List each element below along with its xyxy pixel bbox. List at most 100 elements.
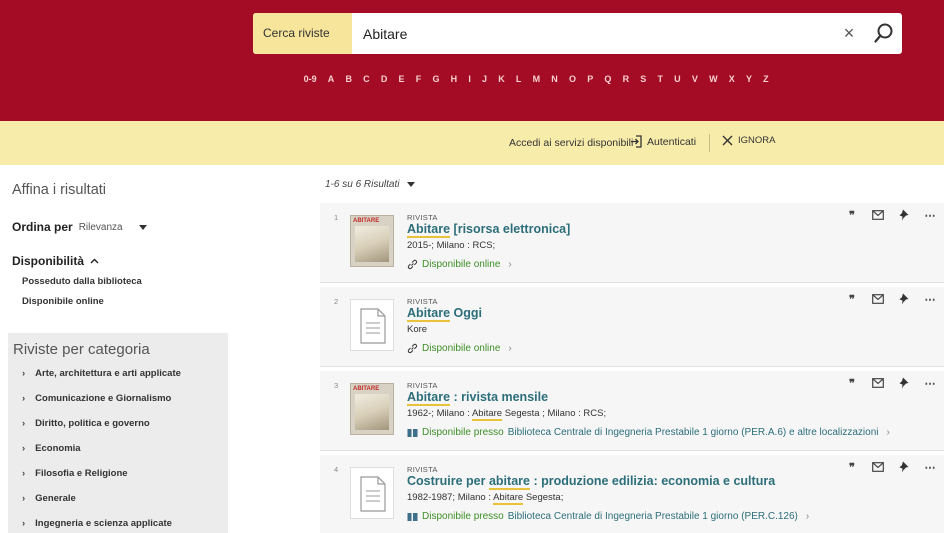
citation-icon[interactable]: ❞ [846,209,858,222]
alpha-nav-letter[interactable]: F [410,71,427,87]
availability-link[interactable]: Disponibile online › [407,343,512,354]
category-item[interactable]: › Filosofia e Religione [22,468,128,479]
category-item[interactable]: › Arte, architettura e arti applicate [22,368,181,379]
more-icon[interactable]: ⋯ [924,209,936,222]
result-metadata: 2015-; Milano : RCS; [407,240,495,251]
title-highlight: Abitare [407,306,451,322]
alpha-nav-letter[interactable]: W [703,71,723,87]
availability-link[interactable]: Disponibile presso Biblioteca Centrale di… [407,427,890,438]
email-icon[interactable] [872,461,884,473]
category-item[interactable]: › Generale [22,493,76,504]
title-highlight: Abitare [407,390,451,406]
availability-item[interactable]: Disponibile online [22,296,104,307]
alpha-nav-letter[interactable]: V [686,71,703,87]
pin-icon[interactable] [898,293,910,305]
alpha-nav-letter[interactable]: A [322,71,340,87]
availability-status: Disponibile presso [422,427,504,438]
email-icon[interactable] [872,209,884,221]
search-input[interactable] [363,13,813,54]
availability-status: Disponibile online [422,343,501,354]
clear-icon[interactable]: × [840,23,858,43]
pin-icon[interactable] [898,377,910,389]
alpha-nav-letter[interactable]: X [723,71,740,87]
citation-icon[interactable]: ❞ [846,293,858,306]
login-label: Autenticati [647,135,697,148]
availability-item[interactable]: Posseduto dalla biblioteca [22,276,142,287]
alpha-nav-letter[interactable]: D [375,71,393,87]
alpha-nav-letter[interactable]: G [427,71,445,87]
alpha-nav-letter[interactable]: R [617,71,635,87]
alpha-nav-letter[interactable]: Q [599,71,617,87]
chevron-right-icon: › [805,511,810,522]
category-item[interactable]: › Economia [22,443,81,454]
search-scope-selector[interactable]: Cerca riviste [253,13,352,54]
availability-location: Biblioteca Centrale di Ingegneria Presta… [507,511,798,522]
citation-icon[interactable]: ❞ [846,377,858,390]
alpha-nav-letter[interactable]: S [635,71,652,87]
category-label: Comunicazione e Giornalismo [35,393,172,404]
more-icon[interactable]: ⋯ [924,293,936,306]
chevron-right-icon: › [22,418,26,429]
alpha-nav-letter[interactable]: P [582,71,599,87]
alpha-nav-letter[interactable]: T [652,71,669,87]
alpha-nav-letter[interactable]: J [476,71,492,87]
result-card: 4 RIVISTA Costruire per abitare : produzio… [320,455,944,533]
result-metadata: 1962-; Milano : Abitare Segesta ; Milano… [407,408,607,421]
result-title-link[interactable]: Abitare [risorsa elettronica] [407,222,570,238]
alpha-nav-letter[interactable]: Z [758,71,775,87]
email-icon[interactable] [872,377,884,389]
more-icon[interactable]: ⋯ [924,461,936,474]
category-item[interactable]: › Comunicazione e Giornalismo [22,393,171,404]
result-type: RIVISTA [407,381,438,390]
categories-title: Riviste per categoria [13,341,150,358]
document-icon [360,308,386,344]
result-title-link[interactable]: Costruire per abitare : produzione edili… [407,474,775,490]
category-label: Diritto, politica e governo [35,418,150,429]
email-icon[interactable] [872,293,884,305]
meta-text: Kore [407,324,428,335]
result-title-link[interactable]: Abitare Oggi [407,306,483,322]
alpha-nav-letter[interactable]: I [463,71,477,87]
alpha-nav-letter[interactable]: C [358,71,376,87]
meta-text: Segesta ; Milano : RCS; [502,408,607,419]
sort-control[interactable]: Ordina per Rilevanza [12,220,147,234]
citation-icon[interactable]: ❞ [846,461,858,474]
dismiss-button[interactable]: IGNORA [722,135,775,146]
result-thumbnail[interactable] [350,467,394,519]
alpha-nav-letter[interactable]: Y [740,71,757,87]
search-icon[interactable] [873,22,895,44]
chevron-right-icon: › [508,343,512,354]
category-item[interactable]: › Diritto, politica e governo [22,418,150,429]
more-icon[interactable]: ⋯ [924,377,936,390]
chevron-right-icon: › [886,427,890,438]
banner-services-text: Accedi ai servizi disponibili [509,137,634,149]
alpha-nav-letter[interactable]: H [445,71,463,87]
availability-link[interactable]: Disponibile presso Biblioteca Centrale di… [407,511,809,522]
meta-highlight: Abitare [471,408,503,421]
pin-icon[interactable] [898,461,910,473]
alpha-nav-letter[interactable]: L [510,71,527,87]
alpha-nav-letter[interactable]: K [493,71,511,87]
pin-icon[interactable] [898,209,910,221]
alpha-nav-letter[interactable]: N [546,71,564,87]
facets-sidebar: Affina i risultati Ordina per Rilevanza … [0,165,228,533]
availability-facet-toggle[interactable]: Disponibilità [12,254,99,268]
facets-title: Affina i risultati [12,182,107,198]
alpha-nav-letter[interactable]: E [393,71,410,87]
alpha-nav-letter[interactable]: O [563,71,581,87]
availability-link[interactable]: Disponibile online › [407,259,512,270]
alpha-nav-letter[interactable]: B [340,71,358,87]
meta-text: 1982-1987; Milano : [407,492,494,503]
category-item[interactable]: › Ingegneria e scienza applicate [22,518,172,529]
result-thumbnail[interactable] [350,299,394,351]
result-thumbnail[interactable]: ABITARE [350,383,394,435]
title-text: Oggi [450,306,483,320]
login-button[interactable]: Autenticati [630,135,696,148]
alpha-nav-letter[interactable]: U [669,71,687,87]
result-title-link[interactable]: Abitare : rivista mensile [407,390,548,406]
result-thumbnail[interactable]: ABITARE [350,215,394,267]
result-number: 3 [334,381,339,390]
results-count-toggle[interactable]: 1-6 su 6 Risultati [325,179,416,190]
alpha-nav-letter[interactable]: M [527,71,546,87]
alpha-nav-letter[interactable]: 0-9 [298,71,322,87]
